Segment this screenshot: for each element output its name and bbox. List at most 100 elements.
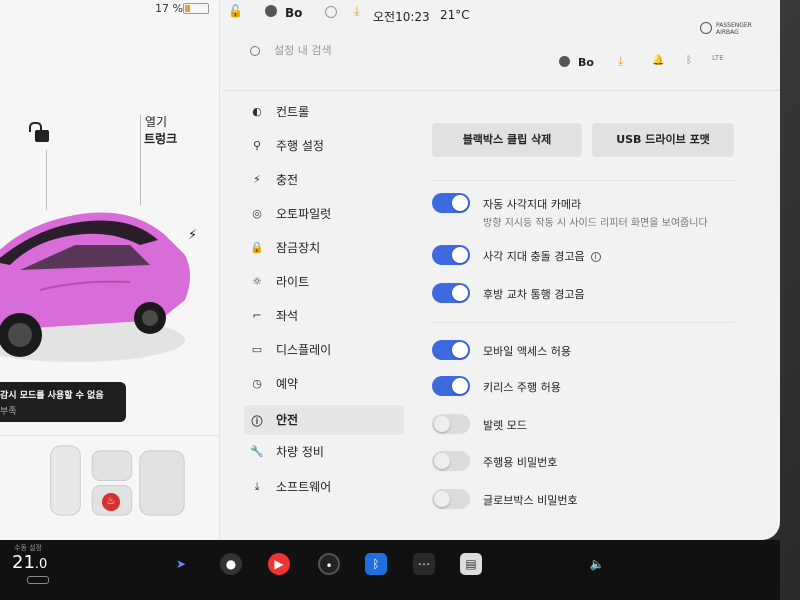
seat-diagram	[0, 435, 220, 516]
menu-item-label: 주행 설정	[276, 139, 324, 153]
device-frame: 열기 트렁크 ⚡ 감시 모드를 사용할 수 없음 부족 ♨ 17 % 🔓 Bo …	[0, 0, 800, 600]
car-illustration	[0, 212, 190, 362]
youtube-icon[interactable]: ▶	[268, 553, 290, 575]
search-placeholder: 설정 내 검색	[274, 44, 332, 57]
bluetooth-icon[interactable]: ᛒ	[686, 55, 692, 66]
setting-label: 키리스 주행 허용	[483, 379, 561, 395]
dashcam-icon[interactable]: •	[318, 553, 340, 575]
section-divider	[432, 180, 734, 181]
profile-icon[interactable]	[559, 56, 570, 67]
toggle-switch[interactable]	[432, 451, 470, 471]
menu-item-3[interactable]: ◎ 오토파일럿	[250, 205, 331, 225]
battery-icon	[183, 3, 209, 14]
toggle-switch[interactable]	[432, 340, 470, 360]
menu-item-9[interactable]: ⓘ 안전	[244, 405, 404, 435]
menu-item-2[interactable]: ⚡ 충전	[250, 171, 298, 191]
menu-item-10[interactable]: 🔧 차량 정비	[250, 443, 324, 463]
download-icon: ⤓	[254, 479, 260, 493]
sentry-icon[interactable]	[325, 6, 337, 18]
setting-label: 주행용 비밀번호	[483, 454, 557, 470]
menu-item-label: 잠금장치	[276, 241, 321, 255]
clock-icon: ◷	[252, 376, 262, 390]
download-icon[interactable]: ⤓	[354, 4, 360, 19]
profile-name[interactable]: Bo	[285, 6, 302, 20]
setting-label-text: 후방 교차 통행 경고음	[483, 288, 585, 301]
lock-open-icon[interactable]	[29, 122, 49, 142]
menu-item-label: 충전	[276, 173, 299, 187]
setting-label: 사각 지대 충돌 경고음 i	[483, 248, 601, 264]
bell-icon[interactable]: 🔔	[652, 55, 664, 66]
lte-signal-icon: LTE	[712, 54, 724, 62]
lock-icon[interactable]: 🔓	[228, 4, 243, 18]
camera-icon[interactable]: ●	[220, 553, 242, 575]
outside-temperature: 21°C	[440, 8, 470, 22]
setting-label: 글로브박스 비밀번호	[483, 492, 578, 508]
toggle-switch[interactable]	[432, 489, 470, 509]
menu-item-label: 라이트	[276, 275, 310, 289]
menu-item-8[interactable]: ◷ 예약	[250, 375, 298, 395]
download-icon[interactable]: ⤓	[618, 54, 623, 69]
clock: 오전10:23	[373, 10, 430, 24]
toggle-knob	[452, 378, 468, 394]
steering-wheel-icon: ◎	[252, 206, 262, 220]
sentry-warning-title: 감시 모드를 사용할 수 없음	[0, 391, 104, 401]
setting-label-text: 모바일 액세스 허용	[483, 345, 571, 358]
user-icon[interactable]	[265, 5, 277, 17]
passenger-airbag-indicator: PASSENGER AIRBAG	[700, 22, 760, 44]
trunk-button[interactable]: 트렁크	[144, 130, 177, 147]
format-usb-button[interactable]: USB 드라이브 포맷	[592, 123, 734, 157]
delete-dashcam-clips-button[interactable]: 블랙박스 클립 삭제	[432, 123, 582, 157]
car-panel: 열기 트렁크 ⚡ 감시 모드를 사용할 수 없음 부족 ♨	[0, 0, 220, 540]
setting-label-text: 글로브박스 비밀번호	[483, 494, 578, 507]
setting-label: 모바일 액세스 허용	[483, 343, 571, 359]
toggle-knob	[452, 247, 468, 263]
header-divider	[222, 90, 780, 91]
toggle-switch[interactable]	[432, 414, 470, 434]
info-icon[interactable]: i	[590, 252, 601, 262]
setting-label-text: 사각 지대 충돌 경고음	[483, 250, 585, 263]
wrench-icon: 🔧	[250, 444, 264, 458]
screen: 열기 트렁크 ⚡ 감시 모드를 사용할 수 없음 부족 ♨ 17 % 🔓 Bo …	[0, 0, 780, 540]
bluetooth-icon[interactable]: ᛒ	[365, 553, 387, 575]
setting-label-text: 발렛 모드	[483, 419, 527, 432]
settings-search[interactable]: 설정 내 검색	[250, 42, 332, 58]
search-icon	[250, 46, 260, 56]
lock-icon: 🔒	[250, 240, 264, 254]
menu-item-7[interactable]: ▭ 디스플레이	[250, 341, 331, 361]
cabin-temperature[interactable]: 21.0	[12, 552, 47, 573]
more-icon[interactable]: ⋯	[413, 553, 435, 575]
toggle-switch[interactable]	[432, 283, 470, 303]
setting-label: 발렛 모드	[483, 417, 527, 433]
notes-icon[interactable]: ▤	[460, 553, 482, 575]
menu-item-11[interactable]: ⤓ 소프트웨어	[250, 478, 332, 498]
toggle-knob	[452, 285, 468, 301]
menu-item-0[interactable]: ◐ 컨트롤	[250, 103, 309, 123]
menu-item-6[interactable]: ⌐ 좌석	[250, 307, 298, 327]
menu-item-5[interactable]: ☼ 라이트	[250, 273, 309, 293]
battery-percentage: 17 %	[155, 2, 183, 15]
toggle-switch[interactable]	[432, 376, 470, 396]
sentry-warning[interactable]: 감시 모드를 사용할 수 없음 부족	[0, 382, 126, 422]
airbag-icon	[700, 22, 712, 34]
profile-name-header[interactable]: Bo	[578, 56, 594, 69]
toggle-knob	[434, 491, 450, 507]
car-icon[interactable]	[27, 576, 49, 584]
toggle-knob	[434, 416, 450, 432]
navigation-icon[interactable]: ➤	[170, 553, 192, 575]
menu-item-label: 오토파일럿	[276, 207, 332, 221]
toggle-switch[interactable]	[432, 193, 470, 213]
seat-heater-icon[interactable]: ♨	[102, 493, 120, 511]
setting-label-text: 키리스 주행 허용	[483, 381, 561, 394]
trunk-open-label[interactable]: 열기	[145, 113, 167, 130]
car-icon: ⚲	[252, 138, 262, 152]
bolt-icon: ⚡	[253, 172, 261, 186]
menu-item-label: 예약	[276, 377, 299, 391]
toggle-switch[interactable]	[432, 245, 470, 265]
menu-item-label: 소프트웨어	[276, 480, 332, 494]
volume-icon[interactable]: 🔈	[586, 553, 608, 575]
seat-icon: ⌐	[252, 308, 262, 322]
temp-whole: 21	[12, 552, 35, 573]
menu-item-4[interactable]: 🔒 잠금장치	[250, 239, 320, 259]
setting-label: 후방 교차 통행 경고음	[483, 286, 585, 302]
menu-item-1[interactable]: ⚲ 주행 설정	[250, 137, 324, 157]
